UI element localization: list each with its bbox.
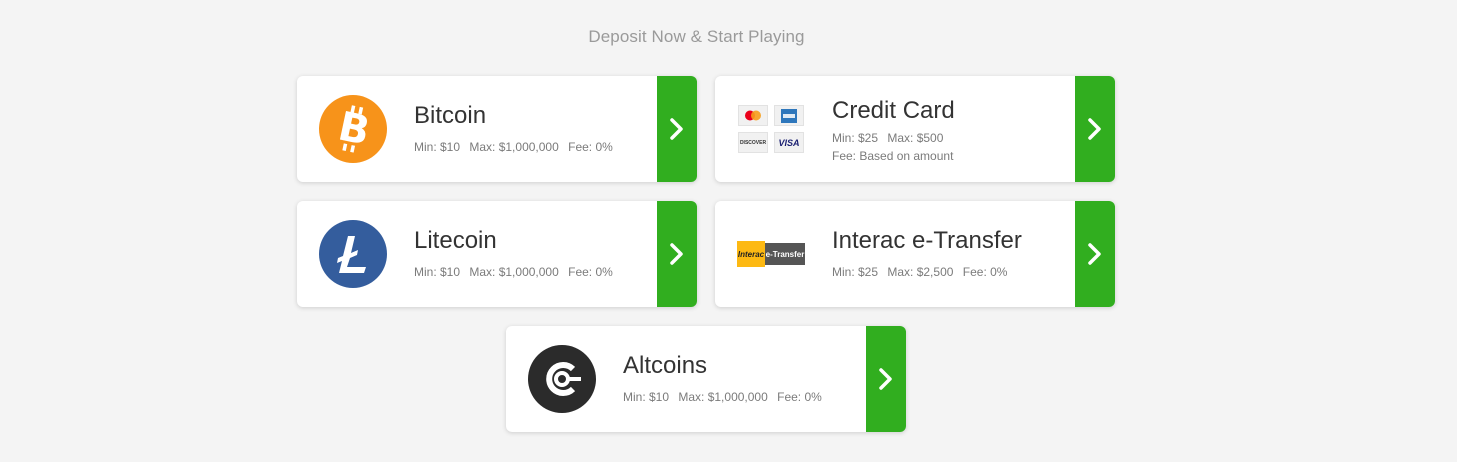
etransfer-text: e-Transfer <box>765 249 805 259</box>
chevron-right-icon <box>1088 243 1101 265</box>
min-amount: Min: $10 <box>414 265 461 279</box>
interac-brand-text: Interac <box>737 249 765 259</box>
method-limits: Min: $10 Max: $1,000,000 Fee: 0% <box>623 388 863 406</box>
fee-amount: Fee: 0% <box>962 265 1008 279</box>
altcoins-logo-icon <box>528 345 596 413</box>
min-amount: Min: $10 <box>623 390 670 404</box>
max-amount: Max: $1,000,000 <box>678 390 768 404</box>
interac-brand-badge: Interac <box>737 241 765 267</box>
chevron-right-icon <box>1088 118 1101 140</box>
deposit-card-credit-card[interactable]: DISCOVER VISA Credit Card Min: $25 Max: … <box>715 76 1115 182</box>
credit-card-logos: DISCOVER VISA <box>737 95 805 163</box>
max-amount: Max: $1,000,000 <box>469 140 559 154</box>
min-amount: Min: $10 <box>414 140 461 154</box>
deposit-card-litecoin[interactable]: Litecoin Min: $10 Max: $1,000,000 Fee: 0… <box>297 201 697 307</box>
litecoin-logo-icon <box>319 220 387 288</box>
min-amount: Min: $25 <box>832 265 879 279</box>
chevron-right-icon <box>670 118 683 140</box>
deposit-litecoin-button[interactable] <box>657 201 697 307</box>
deposit-altcoins-button[interactable] <box>866 326 906 432</box>
etransfer-badge: e-Transfer <box>765 243 805 265</box>
fee-amount: Fee: 0% <box>568 140 613 154</box>
amex-icon <box>774 105 804 126</box>
deposit-card-interac[interactable]: Interac e-Transfer Interac e-Transfer Mi… <box>715 201 1115 307</box>
fee-amount: Fee: 0% <box>568 265 613 279</box>
page-heading: Deposit Now & Start Playing <box>588 27 805 46</box>
fee-amount: Fee: 0% <box>777 390 822 404</box>
max-amount: Max: $2,500 <box>887 265 954 279</box>
bitcoin-logo-icon: B <box>319 95 387 163</box>
method-limits: Min: $25 Max: $2,500 Fee: 0% <box>832 263 1072 281</box>
method-fee: Fee: Based on amount <box>832 147 1072 165</box>
visa-logo-text: VISA <box>778 137 800 148</box>
min-amount: Min: $25 <box>832 131 879 145</box>
method-title: Altcoins <box>623 352 708 379</box>
chevron-right-icon <box>879 368 892 390</box>
mastercard-icon <box>738 105 768 126</box>
max-amount: Max: $500 <box>887 131 944 145</box>
deposit-credit-card-button[interactable] <box>1075 76 1115 182</box>
method-title: Credit Card <box>832 97 955 124</box>
method-title: Bitcoin <box>414 102 487 129</box>
deposit-card-altcoins[interactable]: Altcoins Min: $10 Max: $1,000,000 Fee: 0… <box>506 326 906 432</box>
fee-amount: Fee: Based on amount <box>832 149 954 163</box>
method-limits: Min: $10 Max: $1,000,000 Fee: 0% <box>414 138 654 156</box>
discover-logo-text: DISCOVER <box>739 139 767 146</box>
method-limits: Min: $10 Max: $1,000,000 Fee: 0% <box>414 263 654 281</box>
method-title: Litecoin <box>414 227 497 254</box>
deposit-bitcoin-button[interactable] <box>657 76 697 182</box>
method-title: Interac e-Transfer <box>832 227 1022 254</box>
max-amount: Max: $1,000,000 <box>469 265 559 279</box>
chevron-right-icon <box>670 243 683 265</box>
visa-icon: VISA <box>774 132 804 153</box>
method-limits: Min: $25 Max: $500 <box>832 129 1072 147</box>
discover-icon: DISCOVER <box>738 132 768 153</box>
interac-logo-icon: Interac e-Transfer <box>735 220 807 288</box>
deposit-card-bitcoin[interactable]: B Bitcoin Min: $10 Max: $1,000,000 Fee: … <box>297 76 697 182</box>
deposit-interac-button[interactable] <box>1075 201 1115 307</box>
